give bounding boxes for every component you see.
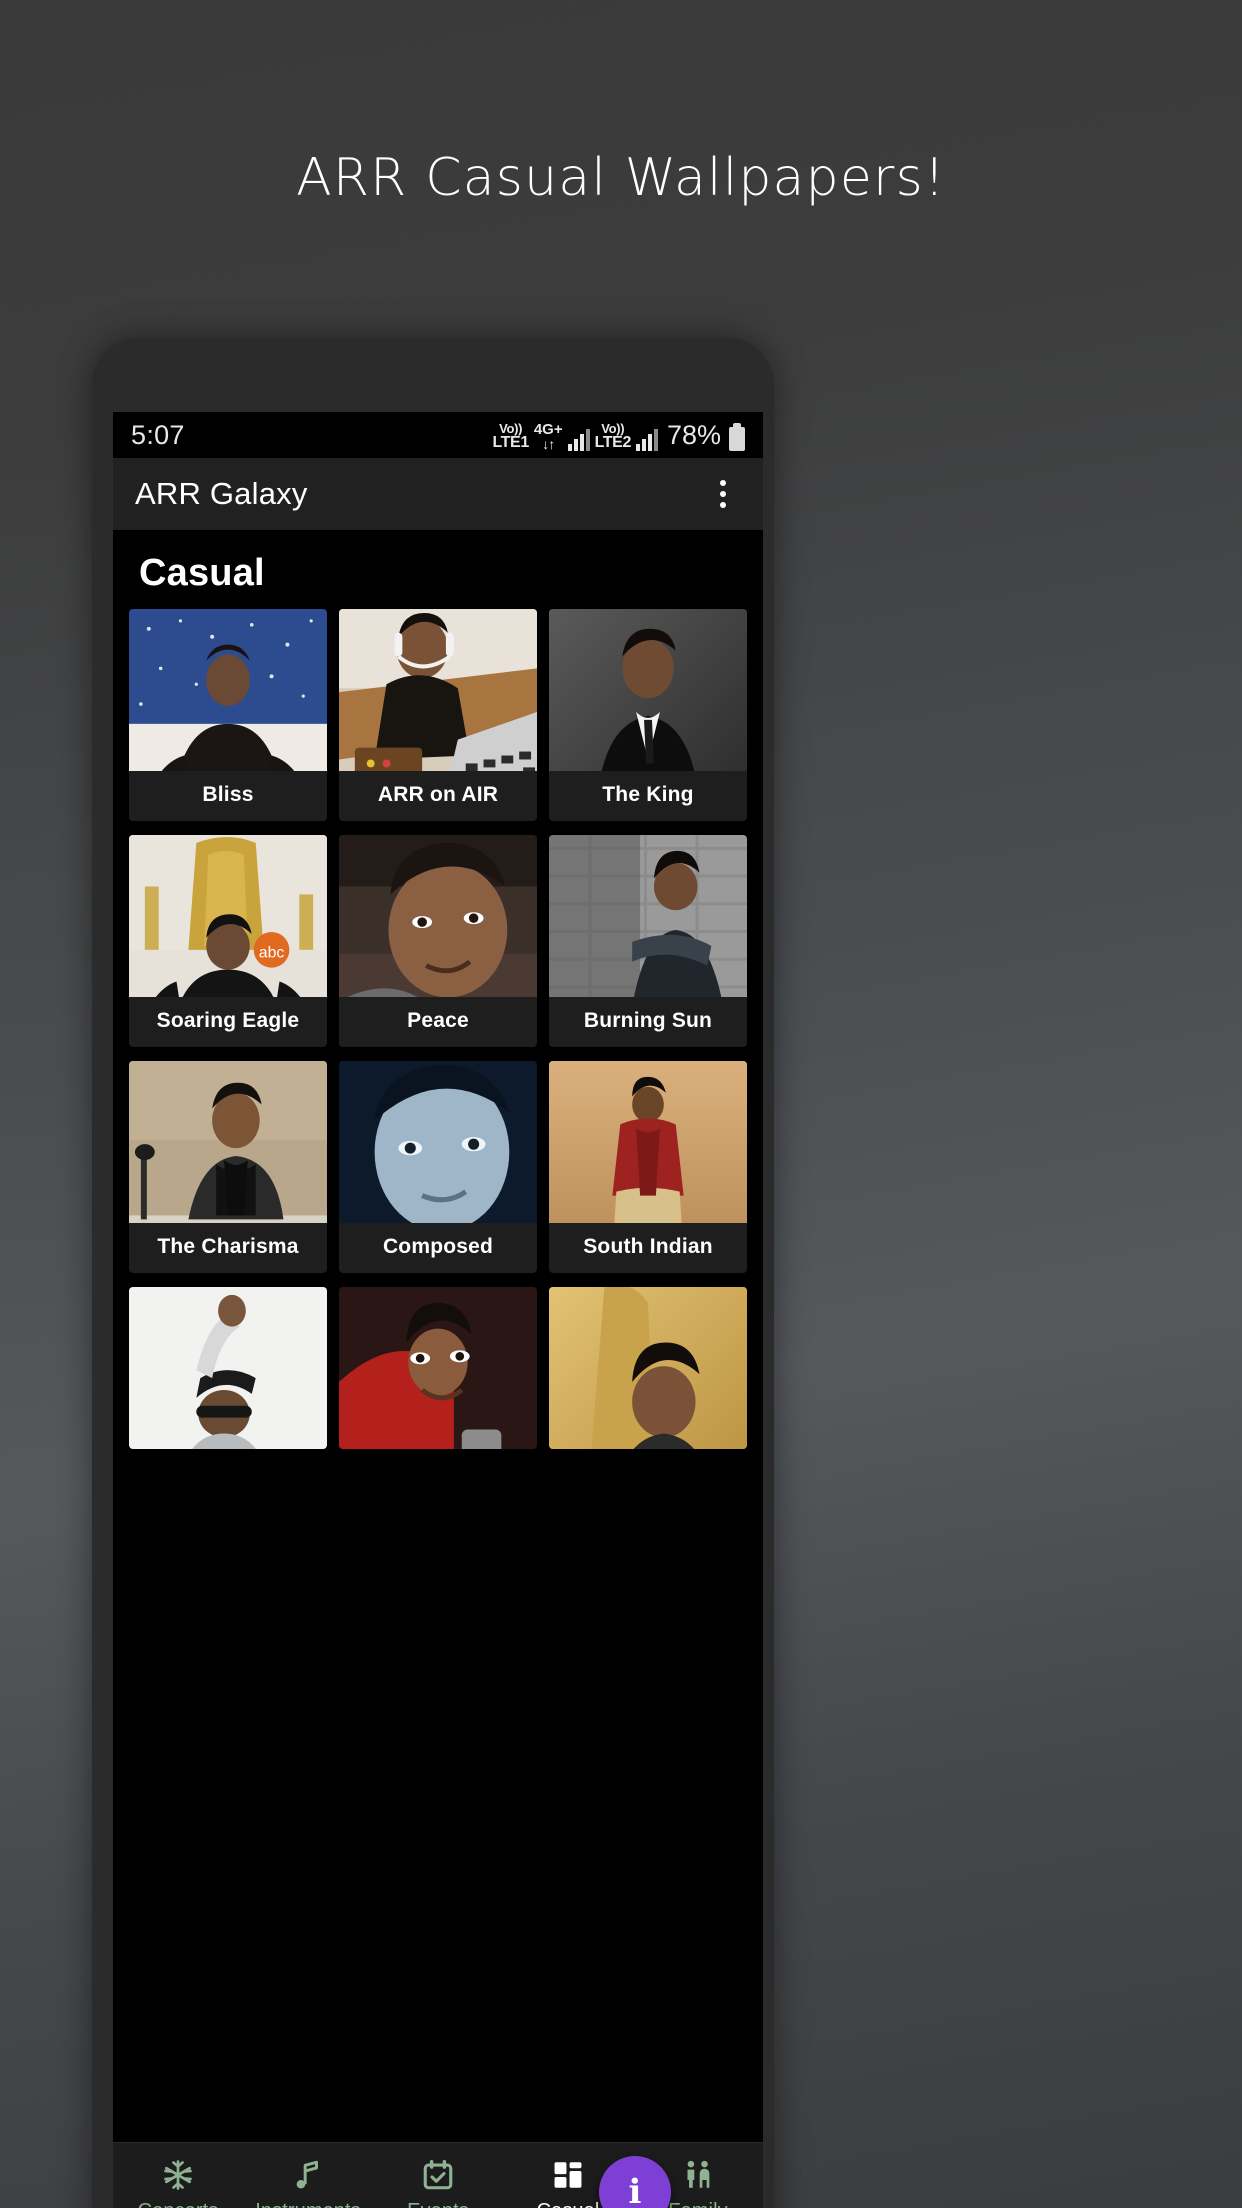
app-bar-title: ARR Galaxy <box>135 476 308 511</box>
status-bar-clock: 5:07 <box>131 419 185 450</box>
page-title: Casual <box>139 552 265 594</box>
wallpaper-thumbnail <box>129 1061 327 1223</box>
wallpaper-grid: Bliss ARR on AIR The King abc Soaring Ea… <box>113 609 763 1449</box>
art-red-image <box>339 1287 537 1449</box>
wallpaper-caption: Burning Sun <box>583 1009 713 1032</box>
wallpaper-tile-partial-2[interactable] <box>339 1287 537 1449</box>
wallpaper-caption: The Charisma <box>157 1235 299 1258</box>
info-icon: i <box>628 2172 642 2208</box>
volte-sim2-top-label: Vo)) <box>601 420 625 436</box>
wallpaper-caption: The King <box>602 783 694 806</box>
promo-headline: ARR Casual Wallpapers! <box>296 148 946 208</box>
nav-label-instruments: Instruments <box>255 2200 361 2208</box>
wallpaper-thumbnail <box>549 1287 747 1449</box>
art-south-image <box>549 1061 747 1223</box>
art-bliss-image <box>129 609 327 771</box>
phone-screen: 5:07 Vo)) LTE1 4G+ ↓↑ Vo)) LTE2 78% ARR … <box>113 412 763 2208</box>
status-bar: 5:07 Vo)) LTE1 4G+ ↓↑ Vo)) LTE2 78% <box>113 412 763 458</box>
wallpaper-caption: Bliss <box>202 783 254 806</box>
wallpaper-thumbnail <box>339 1061 537 1223</box>
wallpaper-tile-the-charisma[interactable]: The Charisma <box>129 1061 327 1273</box>
wallpaper-tile-arr-on-air[interactable]: ARR on AIR <box>339 609 537 821</box>
volte-sim2-bottom-label: LTE2 <box>594 433 632 451</box>
nav-item-events[interactable]: Events <box>373 2158 503 2208</box>
calendar-check-icon <box>423 2159 453 2190</box>
art-wave-image <box>129 1287 327 1449</box>
volte-sim1-bottom-label: LTE1 <box>492 433 529 451</box>
wallpaper-tile-peace[interactable]: Peace <box>339 835 537 1047</box>
wallpaper-thumbnail: abc <box>129 835 327 997</box>
data-transfer-icon: ↓↑ <box>542 435 555 452</box>
wallpaper-tile-south-indian[interactable]: South Indian <box>549 1061 747 1273</box>
grid-dashboard-icon <box>554 2162 582 2188</box>
art-onair-image <box>339 609 537 771</box>
network-4g-plus-icon: 4G+ ↓↑ <box>534 422 563 451</box>
wallpaper-tile-the-king[interactable]: The King <box>549 609 747 821</box>
nav-item-concerts[interactable]: Concerts <box>113 2158 243 2208</box>
art-charisma-image <box>129 1061 327 1223</box>
phone-mockup: 5:07 Vo)) LTE1 4G+ ↓↑ Vo)) LTE2 78% ARR … <box>92 338 774 2208</box>
signal-bars-sim2-icon <box>635 428 658 451</box>
volte-sim2-icon: Vo)) LTE2 <box>594 420 632 451</box>
wallpaper-thumbnail <box>549 609 747 771</box>
wallpaper-tile-bliss[interactable]: Bliss <box>129 609 327 821</box>
wallpaper-caption: Peace <box>407 1009 469 1032</box>
wallpaper-thumbnail <box>339 835 537 997</box>
wallpaper-thumbnail <box>549 835 747 997</box>
wallpaper-caption: Composed <box>382 1235 494 1258</box>
art-oscar-image <box>549 1287 747 1449</box>
wallpaper-thumbnail <box>549 1061 747 1223</box>
status-bar-indicators: Vo)) LTE1 4G+ ↓↑ Vo)) LTE2 78% <box>492 420 745 451</box>
wallpaper-thumbnail <box>339 609 537 771</box>
music-note-icon <box>296 2160 318 2189</box>
content-area: Casual Bliss ARR on AIR The King abc Soa… <box>113 530 763 2208</box>
more-vertical-icon[interactable] <box>705 471 741 517</box>
wallpaper-tile-burning-sun[interactable]: Burning Sun <box>549 835 747 1047</box>
wallpaper-tile-composed[interactable]: Composed <box>339 1061 537 1273</box>
wallpaper-thumbnail <box>339 1287 537 1449</box>
network-type-label: 4G+ <box>533 420 563 438</box>
volte-sim1-icon: Vo)) LTE1 <box>492 420 529 451</box>
battery-percent-label: 78% <box>666 419 721 450</box>
wallpaper-thumbnail <box>129 609 327 771</box>
wallpaper-tile-partial-3[interactable] <box>549 1287 747 1449</box>
wallpaper-tile-soaring-eagle[interactable]: abc Soaring Eagle <box>129 835 327 1047</box>
app-bar: ARR Galaxy <box>113 458 763 530</box>
art-composed-image <box>339 1061 537 1223</box>
art-peace-image <box>339 835 537 997</box>
art-king-image <box>549 609 747 771</box>
wallpaper-thumbnail <box>129 1287 327 1449</box>
snowflake-icon <box>164 2160 192 2190</box>
nav-label-concerts: Concerts <box>138 2200 219 2208</box>
nav-label-family: Family <box>668 2200 728 2208</box>
family-people-icon <box>687 2160 710 2188</box>
nav-label-events: Events <box>407 2200 469 2208</box>
nav-item-instruments[interactable]: Instruments <box>243 2158 373 2208</box>
nav-label-casual: Casual <box>537 2200 600 2208</box>
art-sun-image <box>549 835 747 997</box>
art-eagle-image: abc <box>129 835 327 997</box>
wallpaper-tile-partial-1[interactable] <box>129 1287 327 1449</box>
wallpaper-caption: South Indian <box>583 1235 713 1258</box>
signal-bars-sim1-icon <box>567 428 590 451</box>
battery-icon <box>729 422 745 451</box>
svg-text:abc: abc <box>259 945 285 962</box>
volte-sim1-top-label: Vo)) <box>499 420 523 436</box>
wallpaper-caption: Soaring Eagle <box>156 1009 300 1032</box>
wallpaper-caption: ARR on AIR <box>377 783 499 806</box>
